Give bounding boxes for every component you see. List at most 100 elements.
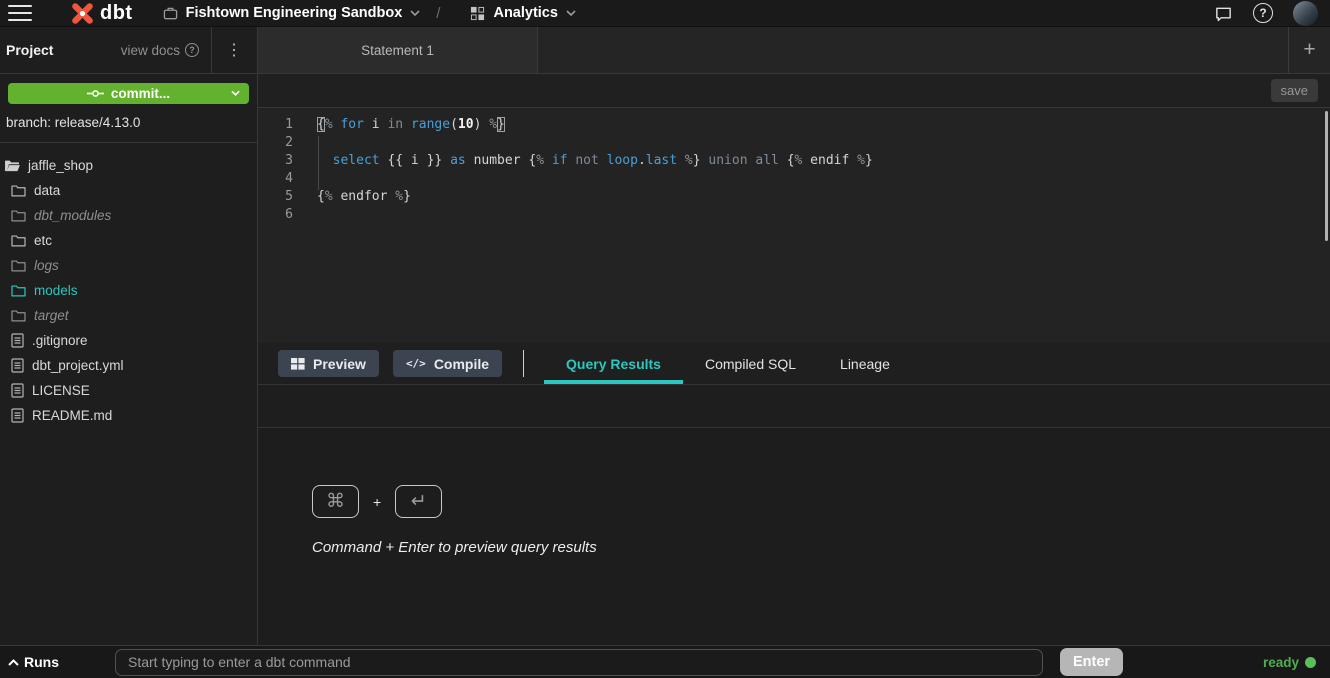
- view-docs-link[interactable]: view docs ?: [121, 43, 199, 58]
- results-header-strip: [258, 385, 1330, 428]
- save-button[interactable]: save: [1271, 79, 1318, 102]
- tree-item-logs[interactable]: logs: [0, 253, 257, 278]
- help-icon[interactable]: ?: [1253, 3, 1273, 23]
- code-icon: </>: [406, 357, 426, 370]
- sidebar-menu-button[interactable]: ⋮: [211, 27, 257, 73]
- view-docs-label: view docs: [121, 43, 180, 58]
- code-text: select {{ i }} as number {% if not loop.…: [293, 152, 873, 170]
- tree-item-label: LICENSE: [32, 383, 90, 398]
- chevron-up-icon: [8, 659, 19, 666]
- tree-item-license[interactable]: LICENSE: [0, 378, 257, 403]
- code-area: 1{% for i in range(10) %}23 select {{ i …: [258, 116, 1330, 224]
- tree-item-label: .gitignore: [32, 333, 88, 348]
- top-bar: dbt Fishtown Engineering Sandbox /: [0, 0, 1330, 27]
- tab-label: Statement 1: [361, 43, 434, 58]
- folder-icon: [11, 284, 26, 297]
- line-number: 4: [258, 170, 293, 188]
- plus-icon: +: [1303, 38, 1315, 62]
- code-text: [293, 170, 317, 188]
- folder-icon: [11, 309, 26, 322]
- sidebar: Project view docs ? ⋮ commit...: [0, 27, 258, 645]
- empty-state-hint: Command + Enter to preview query results: [312, 539, 1330, 556]
- hamburger-menu-icon[interactable]: [8, 5, 32, 21]
- compile-button[interactable]: </> Compile: [393, 350, 502, 377]
- tab-label: Lineage: [840, 356, 890, 372]
- enter-key-icon: ↵: [395, 485, 442, 518]
- code-line-2[interactable]: 2: [258, 134, 1330, 152]
- tree-item-dbt-project-yml[interactable]: dbt_project.yml: [0, 353, 257, 378]
- chevron-down-icon: [231, 90, 240, 96]
- results-tabs: Query Results Compiled SQL Lineage: [544, 343, 912, 384]
- file-icon: [11, 333, 24, 348]
- tree-item-etc[interactable]: etc: [0, 228, 257, 253]
- code-text: [293, 206, 317, 224]
- editor-scrollbar[interactable]: [1325, 111, 1329, 241]
- line-number: 5: [258, 188, 293, 206]
- tree-item-label: README.md: [32, 408, 112, 423]
- runs-toggle[interactable]: Runs: [8, 654, 59, 670]
- commit-button[interactable]: commit...: [8, 83, 249, 104]
- table-icon: [291, 358, 305, 370]
- tree-item-readme-md[interactable]: README.md: [0, 403, 257, 428]
- tree-item-label: target: [34, 308, 69, 323]
- avatar[interactable]: [1293, 1, 1318, 26]
- editor-toolbar: save: [258, 74, 1330, 108]
- code-line-5[interactable]: 5{% endfor %}: [258, 188, 1330, 206]
- line-number: 3: [258, 152, 293, 170]
- folder-icon: [11, 234, 26, 247]
- code-line-4[interactable]: 4: [258, 170, 1330, 188]
- kebab-icon: ⋮: [226, 40, 243, 60]
- code-line-3[interactable]: 3 select {{ i }} as number {% if not loo…: [258, 152, 1330, 170]
- folder-icon: [11, 184, 26, 197]
- tab-label: Query Results: [566, 356, 661, 372]
- enter-button[interactable]: Enter: [1060, 648, 1123, 676]
- dbt-command-input[interactable]: [115, 649, 1043, 676]
- briefcase-icon: [163, 6, 178, 21]
- compile-label: Compile: [434, 356, 489, 372]
- tab-statement-1[interactable]: Statement 1: [258, 27, 538, 73]
- preview-label: Preview: [313, 356, 366, 372]
- status-label: ready: [1263, 655, 1299, 670]
- account-name: Fishtown Engineering Sandbox: [186, 5, 403, 21]
- code-line-6[interactable]: 6: [258, 206, 1330, 224]
- line-number: 1: [258, 116, 293, 134]
- code-text: {% endfor %}: [293, 188, 411, 206]
- tree-item-target[interactable]: target: [0, 303, 257, 328]
- chevron-down-icon: [566, 10, 576, 16]
- tree-item-label: models: [34, 283, 78, 298]
- dbt-logo: dbt: [70, 1, 133, 26]
- code-line-1[interactable]: 1{% for i in range(10) %}: [258, 116, 1330, 134]
- code-editor[interactable]: 1{% for i in range(10) %}23 select {{ i …: [258, 108, 1330, 343]
- grid-icon: [470, 6, 485, 21]
- dbt-ide-window: dbt Fishtown Engineering Sandbox /: [0, 0, 1330, 678]
- tree-item-dbt-modules[interactable]: dbt_modules: [0, 203, 257, 228]
- preview-button[interactable]: Preview: [278, 350, 379, 377]
- tab-compiled-sql[interactable]: Compiled SQL: [683, 343, 818, 384]
- toolbar-divider: [523, 350, 524, 377]
- branch-label: branch: release/4.13.0: [6, 115, 249, 130]
- tree-item-label: dbt_project.yml: [32, 358, 124, 373]
- code-text: {% for i in range(10) %}: [293, 116, 505, 134]
- workspace-name: Analytics: [493, 5, 557, 21]
- account-switcher[interactable]: Fishtown Engineering Sandbox: [163, 5, 421, 21]
- new-tab-button[interactable]: +: [1288, 27, 1330, 73]
- commit-icon: [87, 88, 104, 99]
- breadcrumb-separator: /: [436, 5, 440, 22]
- tree-item-models[interactable]: models: [0, 278, 257, 303]
- runs-label: Runs: [24, 654, 59, 670]
- tab-lineage[interactable]: Lineage: [818, 343, 912, 384]
- chat-icon[interactable]: [1214, 4, 1233, 23]
- tree-item--gitignore[interactable]: .gitignore: [0, 328, 257, 353]
- tree-item-data[interactable]: data: [0, 178, 257, 203]
- file-tree: jaffle_shopdatadbt_modulesetc logs models t…: [0, 143, 257, 645]
- main-panel: Statement 1 + save 1{% for i in range(10…: [258, 27, 1330, 645]
- git-section: commit... branch: release/4.13.0: [0, 74, 257, 143]
- tree-item-label: etc: [34, 233, 52, 248]
- line-number: 2: [258, 134, 293, 152]
- tab-query-results[interactable]: Query Results: [544, 343, 683, 384]
- file-icon: [11, 408, 24, 423]
- file-icon: [11, 358, 24, 373]
- folder-open-icon: [4, 159, 20, 172]
- project-switcher[interactable]: Analytics: [470, 5, 575, 21]
- tree-item-jaffle-shop[interactable]: jaffle_shop: [0, 153, 257, 178]
